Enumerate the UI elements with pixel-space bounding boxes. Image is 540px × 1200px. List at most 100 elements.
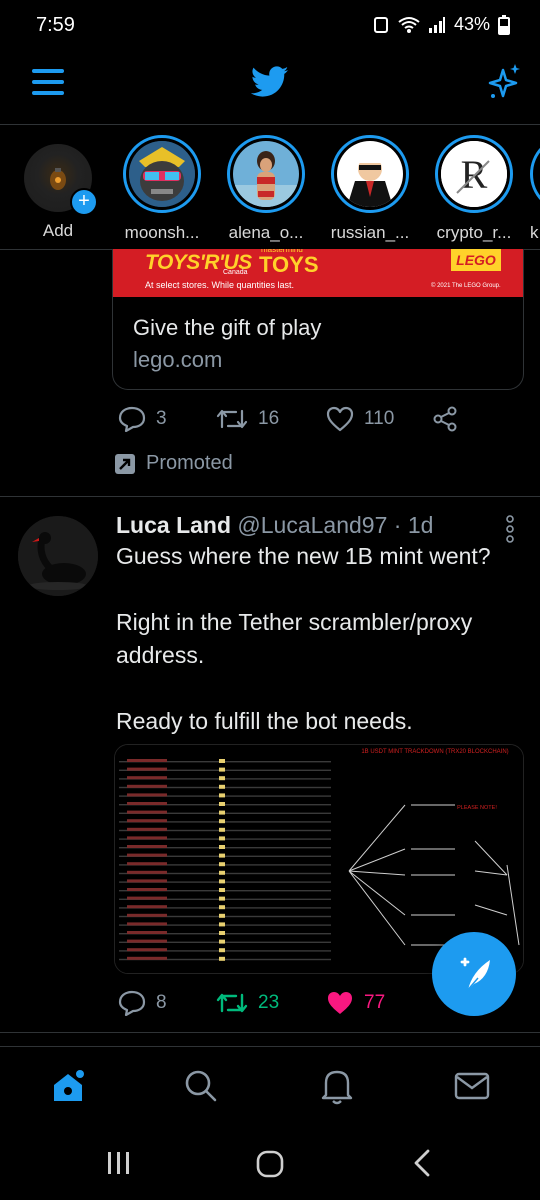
media-table-cell: [127, 948, 167, 952]
recent-apps-icon[interactable]: [106, 1150, 132, 1176]
status-icons: 43%: [372, 14, 510, 35]
media-table-cell: [127, 836, 167, 840]
tweet-divider: [0, 496, 540, 497]
compose-tweet-button[interactable]: [432, 932, 516, 1016]
retweet-count: 23: [258, 992, 280, 1013]
heart-icon-filled: [328, 992, 352, 1014]
reply-button[interactable]: 8: [118, 990, 167, 1016]
search-icon[interactable]: [184, 1069, 218, 1103]
media-table-cell: [127, 905, 167, 909]
lego-logo: LEGO: [451, 249, 501, 271]
author-name[interactable]: Luca Land: [116, 512, 231, 538]
tweet-avatar[interactable]: [18, 516, 98, 596]
tweet-line: Guess where the new 1B mint went?: [116, 543, 491, 569]
home-system-icon[interactable]: [256, 1150, 284, 1178]
fleet-add[interactable]: + Add: [10, 135, 106, 241]
media-table-cell: [127, 767, 167, 771]
media-table-cell-highlight: [219, 767, 225, 772]
author-handle[interactable]: @LucaLand97: [237, 512, 387, 538]
retweet-button[interactable]: 16: [216, 406, 279, 432]
fleet-russian[interactable]: russian_...: [322, 135, 418, 243]
sparkle-icon[interactable]: [484, 62, 522, 102]
media-table-cell-highlight: [219, 784, 225, 789]
menu-icon[interactable]: [30, 66, 66, 98]
media-table-cell: [127, 862, 167, 866]
media-table-cell: [127, 853, 167, 857]
fleet-avatar: [233, 141, 299, 207]
media-table-cell-highlight: [219, 896, 225, 901]
media-table-cell: [127, 819, 167, 823]
tweet-time: · 1d: [393, 512, 434, 538]
media-table-cell-highlight: [219, 759, 225, 763]
home-icon[interactable]: [50, 1069, 86, 1105]
media-please-note: PLEASE NOTE!: [457, 805, 497, 811]
media-table-cell: [127, 879, 167, 883]
heart-icon: [326, 406, 354, 432]
media-table-cell: [127, 888, 167, 891]
media-table-cell-highlight: [219, 862, 225, 867]
media-table-cell-highlight: [219, 956, 225, 961]
wifi-icon: [398, 16, 420, 33]
media-table-cell-highlight: [219, 870, 225, 875]
tweet-divider: [0, 1032, 540, 1033]
retweet-icon: [216, 993, 248, 1013]
mastermind-logo: TOYS: [259, 252, 319, 277]
fleet-avatar: [129, 141, 195, 207]
like-count: 110: [364, 408, 395, 429]
media-table-cell: [127, 870, 167, 874]
like-count: 77: [364, 992, 386, 1013]
media-right-title: 1B USDT MINT TRACKDOWN (TRX20 BLOCKCHAIN…: [361, 749, 508, 755]
media-table-cell-highlight: [219, 776, 225, 781]
media-table-cell: [127, 802, 167, 805]
promoted-label: Promoted: [114, 452, 233, 475]
status-time: 7:59: [36, 14, 75, 36]
media-table-cell-highlight: [219, 931, 225, 935]
promoted-text: Promoted: [146, 452, 233, 474]
toysrus-sub: Canada: [223, 269, 248, 276]
ad-fineprint: At select stores. While quantities last.: [145, 280, 295, 290]
media-table-cell-highlight: [219, 913, 225, 918]
promo-action-bar: 3 16 110: [112, 406, 492, 436]
messages-mail-icon[interactable]: [454, 1071, 490, 1101]
ad-copyright: © 2021 The LEGO Group.: [431, 283, 501, 289]
retweet-button[interactable]: 23: [216, 990, 279, 1016]
notifications-bell-icon[interactable]: [320, 1067, 354, 1105]
black-swan-avatar: [18, 516, 98, 596]
back-icon[interactable]: [410, 1148, 432, 1178]
tweet-line-blank: [116, 672, 506, 705]
media-table-cell-highlight: [219, 810, 225, 815]
reply-icon: [118, 406, 146, 432]
tweet-text: Guess where the new 1B mint went? Right …: [116, 540, 506, 738]
link-card[interactable]: TOYS'R'US Canada mastermind TOYS LEGO At…: [112, 249, 524, 390]
media-table-cell: [127, 759, 167, 762]
media-table-cell-highlight: [219, 853, 225, 858]
media-table-cell-highlight: [219, 879, 225, 884]
media-table-cell-highlight: [219, 819, 225, 824]
media-table-cell: [127, 913, 167, 917]
card-url: lego.com: [133, 347, 223, 372]
notification-icon: [373, 16, 388, 33]
tweet-line: Ready to fulfill the bot needs.: [116, 708, 413, 734]
media-table-cell-highlight: [219, 827, 225, 832]
media-table-cell: [127, 956, 167, 960]
reply-icon: [118, 990, 146, 1016]
like-button[interactable]: 110: [326, 406, 394, 432]
media-table-cell-highlight: [219, 836, 225, 841]
reply-count: 8: [156, 992, 167, 1013]
fleet-avatar: R: [441, 141, 507, 207]
fleet-crypto[interactable]: R crypto_r...: [426, 135, 522, 243]
tweet-header: Luca Land @LucaLand97 · 1d: [116, 512, 433, 539]
media-table-cell-highlight: [219, 845, 225, 849]
fleet-partial[interactable]: k: [530, 135, 540, 243]
fleet-alena[interactable]: alena_o...: [218, 135, 314, 243]
bottom-navigation: [0, 1046, 540, 1131]
fleet-moonsh[interactable]: moonsh...: [114, 135, 210, 243]
twitter-bird-icon[interactable]: [251, 66, 289, 98]
fleets-row: + Add moonsh... alena_o... russian_... R…: [0, 125, 540, 250]
reply-button[interactable]: 3: [118, 406, 167, 432]
share-button[interactable]: [432, 406, 458, 432]
media-table-cell-highlight: [219, 939, 225, 944]
media-table-cell: [127, 939, 167, 943]
like-button[interactable]: 77: [326, 990, 385, 1016]
retweet-icon: [216, 409, 248, 429]
